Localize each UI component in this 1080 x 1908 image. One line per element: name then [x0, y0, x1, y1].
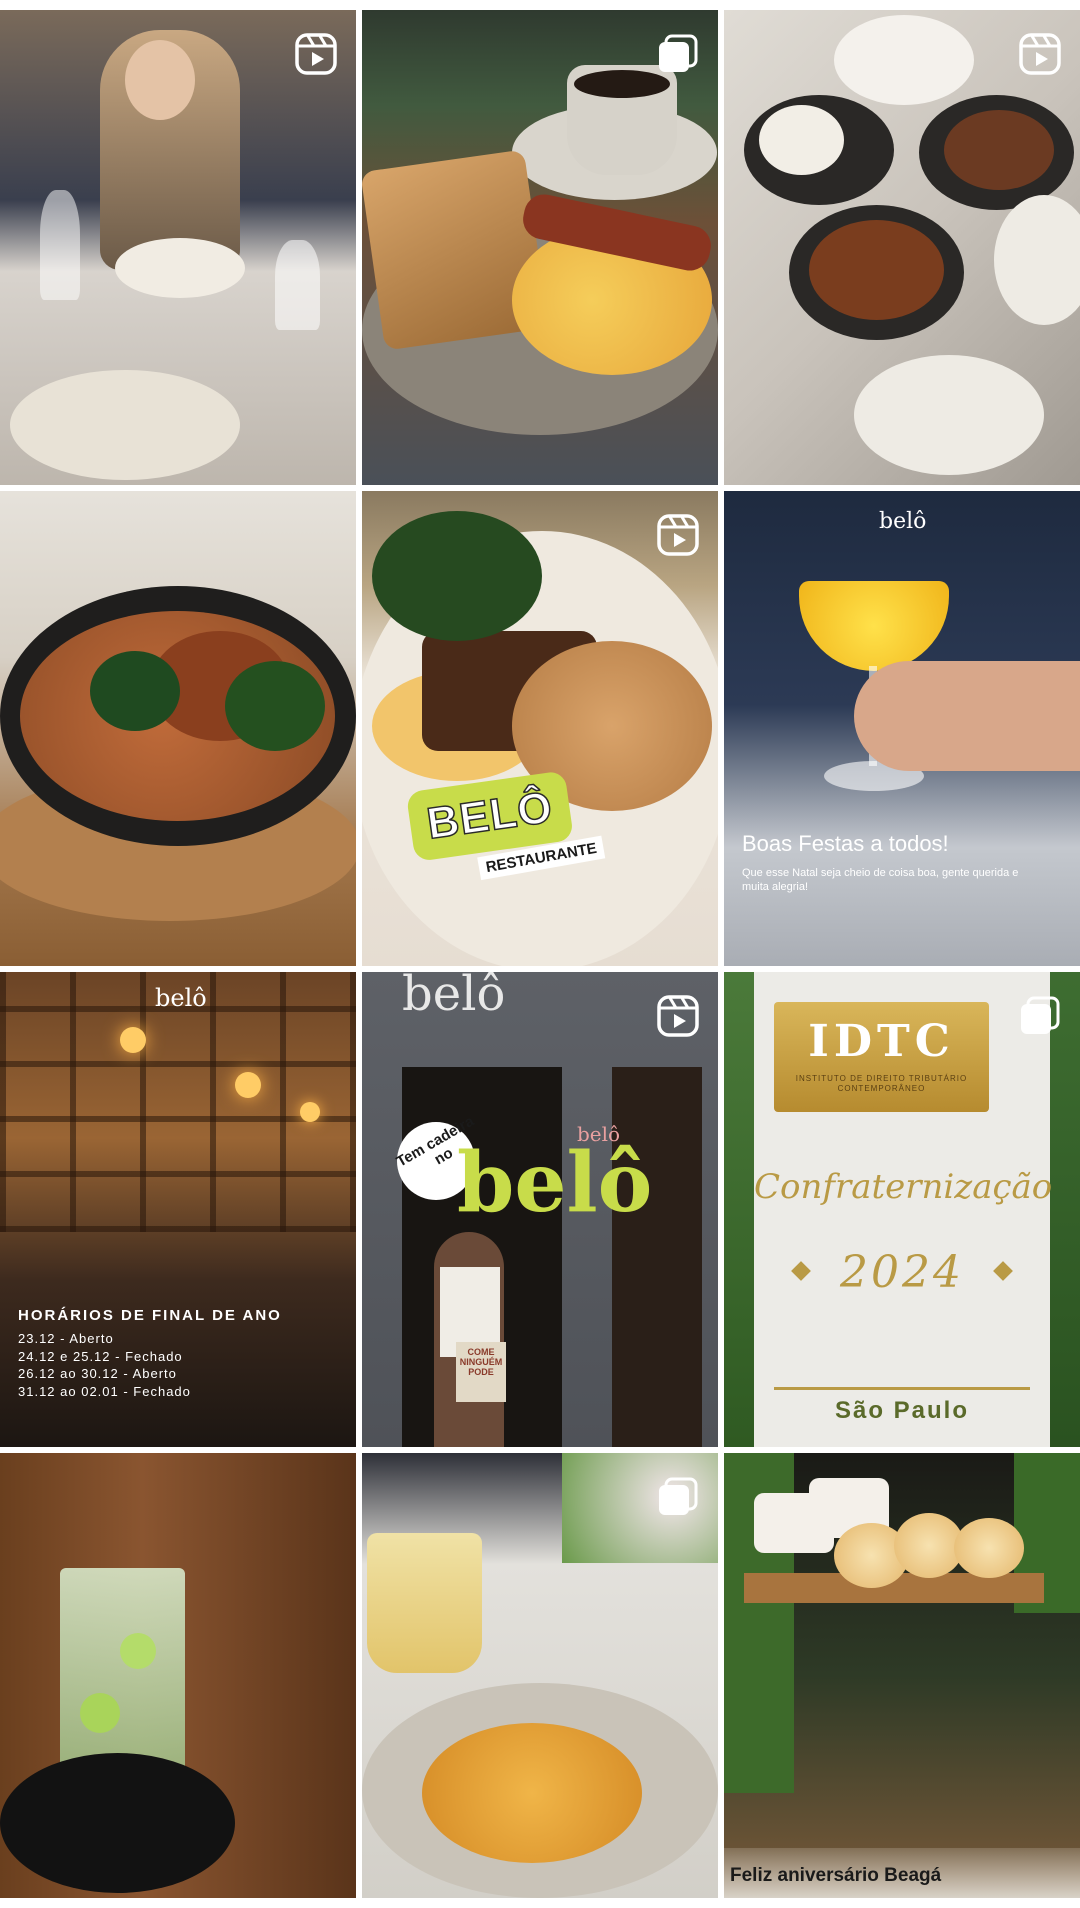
- grid-post-9[interactable]: IDTC INSTITUTO DE DIREITO TRIBUTÁRIO CON…: [724, 972, 1080, 1447]
- reels-icon: [295, 33, 337, 75]
- window: [612, 1067, 702, 1447]
- person-face: [125, 40, 195, 120]
- grid-post-11[interactable]: [362, 1453, 718, 1898]
- coaster: [0, 1753, 235, 1893]
- drink-glass: [60, 1568, 185, 1783]
- profile-grid: BELÔ RESTAURANTE belô Boas Festas a todo…: [0, 0, 1080, 1908]
- idtc-subtitle: INSTITUTO DE DIREITO TRIBUTÁRIO CONTEMPO…: [795, 1074, 968, 1093]
- kale: [225, 661, 325, 751]
- plate: [994, 195, 1080, 325]
- reels-icon: [1019, 33, 1061, 75]
- reels-icon: [657, 995, 699, 1037]
- leaf-decoration: [724, 972, 754, 1447]
- grid-post-7[interactable]: belô HORÁRIOS DE FINAL DE ANO 23.12 - Ab…: [0, 972, 356, 1447]
- plate: [834, 15, 974, 105]
- grid-post-10[interactable]: [0, 1453, 356, 1898]
- belo-wordmark: belô: [457, 1135, 653, 1231]
- tote-bag: COME NINGUÉM PODE: [456, 1342, 506, 1402]
- post-title: Boas Festas a todos!: [742, 831, 949, 856]
- lime: [80, 1693, 120, 1733]
- hours-heading: HORÁRIOS DE FINAL DE ANO: [18, 1307, 282, 1324]
- pendant-light: [120, 1027, 146, 1053]
- kale: [372, 511, 542, 641]
- cocktail-glass: [367, 1533, 482, 1673]
- grid-post-12[interactable]: Feliz aniversário Beagá: [724, 1453, 1080, 1898]
- post-title: Feliz aniversário Beagá: [730, 1865, 942, 1886]
- cocktail-glass: [799, 581, 949, 671]
- carousel-icon: [659, 1477, 698, 1515]
- idtc-logo: IDTC: [808, 1016, 955, 1067]
- grid-post-8[interactable]: belô COME NINGUÉM PODE Tem cadeira no be…: [362, 972, 718, 1447]
- post-body: Que esse Natal seja cheio de coisa boa, …: [742, 867, 1019, 894]
- carousel-icon: [1021, 996, 1060, 1034]
- grid-post-1[interactable]: [0, 10, 356, 485]
- hours-line: 31.12 ao 02.01 - Fechado: [18, 1383, 191, 1399]
- shrimp-pasta: [422, 1723, 642, 1863]
- grid-post-4[interactable]: [0, 491, 356, 966]
- belo-logo: belô: [879, 509, 927, 534]
- grid-post-5[interactable]: BELÔ RESTAURANTE: [362, 491, 718, 966]
- hours-list: 23.12 - Aberto 24.12 e 25.12 - Fechado 2…: [18, 1330, 191, 1400]
- grid-post-3[interactable]: [724, 10, 1080, 485]
- belo-logo: belô: [155, 984, 207, 1012]
- wine-glass: [275, 240, 320, 330]
- hours-line: 23.12 - Aberto: [18, 1331, 114, 1346]
- plate: [854, 355, 1044, 475]
- divider: [774, 1387, 1030, 1390]
- hand: [854, 661, 1080, 771]
- storefront-sign: belô: [402, 972, 506, 1022]
- plate: [10, 370, 240, 480]
- carousel-icon: [659, 34, 698, 72]
- hours-line: 24.12 e 25.12 - Fechado: [18, 1348, 183, 1364]
- rice: [759, 105, 844, 175]
- cheese-bread: [954, 1518, 1024, 1578]
- event-title: Confraternização: [754, 1167, 1053, 1207]
- wine-glass: [40, 190, 80, 300]
- meat: [944, 110, 1054, 190]
- grid-post-2[interactable]: [362, 10, 718, 485]
- plate: [115, 238, 245, 298]
- belo-small-logo: belô: [577, 1122, 621, 1146]
- idtc-logo-plate: IDTC INSTITUTO DE DIREITO TRIBUTÁRIO CON…: [774, 1002, 989, 1112]
- mushrooms: [809, 220, 944, 320]
- kale: [90, 651, 180, 731]
- hours-line: 26.12 ao 30.12 - Aberto: [18, 1366, 177, 1382]
- pendant-light: [300, 1102, 320, 1122]
- lime: [120, 1633, 156, 1669]
- event-city: São Paulo: [834, 1397, 970, 1424]
- pendant-light: [235, 1072, 261, 1098]
- reels-icon: [657, 514, 699, 556]
- leaf-decoration: [1050, 972, 1080, 1447]
- grid-post-6[interactable]: belô Boas Festas a todos! Que esse Natal…: [724, 491, 1080, 966]
